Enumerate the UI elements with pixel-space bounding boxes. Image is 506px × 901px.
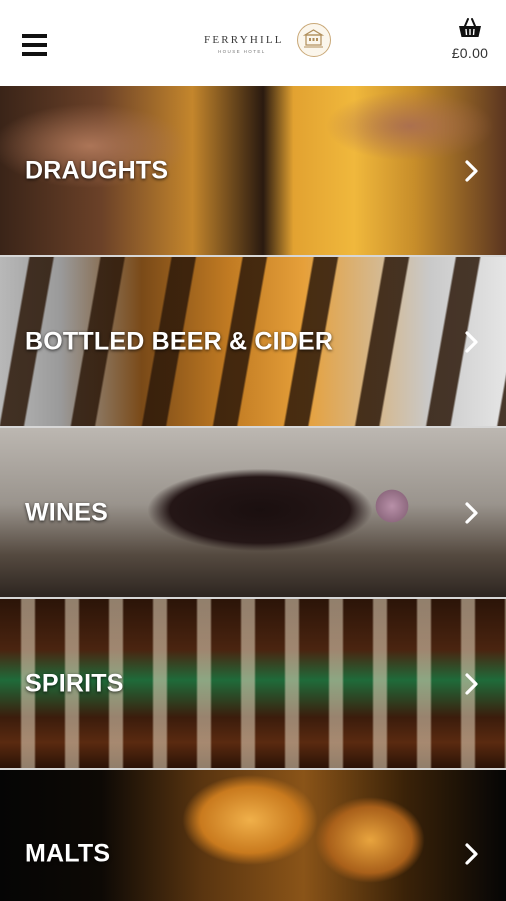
chevron-right-icon <box>465 330 478 353</box>
menu-bar <box>22 52 47 56</box>
malts-image <box>0 770 506 901</box>
category-list: DRAUGHTS BOTTLED BEER & CIDER WINES SPIR… <box>0 86 506 901</box>
hamburger-menu-icon[interactable] <box>22 34 47 58</box>
category-label: DRAUGHTS <box>25 156 169 184</box>
chevron-right-icon <box>465 672 478 695</box>
brand-logo[interactable]: FERRYHILL HOUSE HOTEL <box>200 23 336 59</box>
chevron-right-icon <box>465 501 478 524</box>
category-label: SPIRITS <box>25 669 124 697</box>
hotel-crest-icon <box>297 23 331 57</box>
basket-icon <box>459 18 481 37</box>
category-malts[interactable]: MALTS <box>0 770 506 901</box>
basket-button[interactable]: £0.00 <box>448 18 492 68</box>
chevron-right-icon <box>465 159 478 182</box>
category-spirits[interactable]: SPIRITS <box>0 599 506 770</box>
menu-bar <box>22 34 47 38</box>
menu-bar <box>22 43 47 47</box>
category-bottled-beer-cider[interactable]: BOTTLED BEER & CIDER <box>0 257 506 428</box>
category-wines[interactable]: WINES <box>0 428 506 599</box>
chevron-right-icon <box>465 843 478 865</box>
app-header: FERRYHILL HOUSE HOTEL £0.00 <box>0 0 506 86</box>
logo-subtitle: HOUSE HOTEL <box>218 49 266 54</box>
logo-name: FERRYHILL <box>204 34 284 46</box>
basket-total: £0.00 <box>451 45 489 61</box>
category-label: MALTS <box>25 839 111 868</box>
category-draughts[interactable]: DRAUGHTS <box>0 86 506 257</box>
category-label: WINES <box>25 498 108 526</box>
category-label: BOTTLED BEER & CIDER <box>25 327 334 355</box>
